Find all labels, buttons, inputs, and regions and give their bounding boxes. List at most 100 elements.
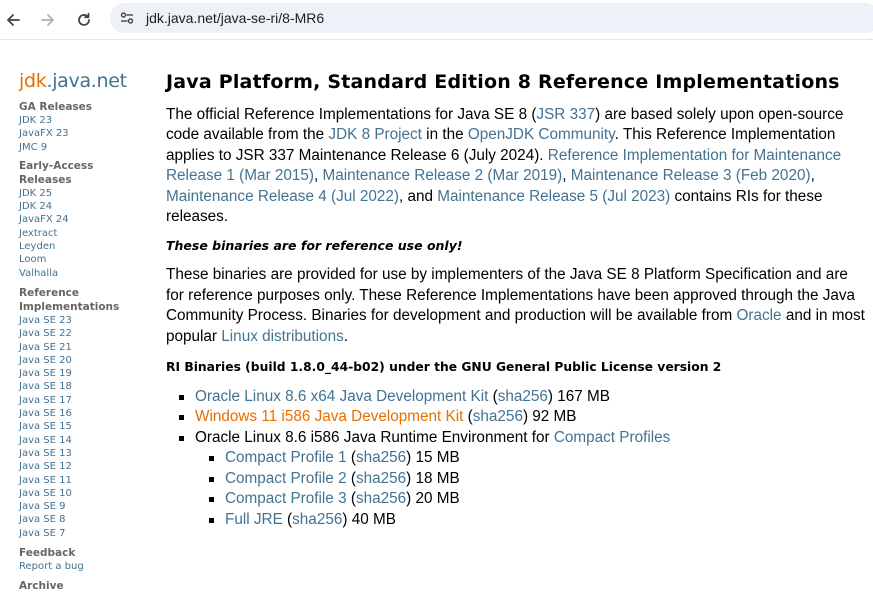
page-title: Java Platform, Standard Edition 8 Refere… [166, 71, 840, 93]
oracle-link[interactable]: Oracle [737, 307, 782, 324]
reload-button[interactable] [71, 7, 97, 33]
sidebar-link[interactable]: JDK 23 [19, 114, 149, 127]
sidebar-link[interactable]: Java SE 7 [19, 527, 149, 540]
download-item: Windows 11 i586 Java Development Kit (sh… [166, 407, 866, 427]
profile-item: Compact Profile 3 (sha256) 20 MB [195, 489, 866, 509]
sidebar-group: Reference Implementations Java SE 23 Java … [19, 286, 149, 540]
intro-text: in the [421, 126, 468, 144]
sidebar-link[interactable]: Java SE 21 [19, 341, 149, 354]
file-size: ) 20 MB [406, 490, 460, 508]
sidebar-link[interactable]: JDK 24 [19, 200, 149, 213]
paren-text: ( [463, 408, 473, 426]
download-list: Oracle Linux 8.6 x64 Java Development Ki… [166, 387, 866, 530]
paren-text: ( [346, 469, 356, 487]
sidebar-link[interactable]: Java SE 8 [19, 513, 149, 526]
profile-item: Compact Profile 2 (sha256) 18 MB [195, 469, 866, 489]
browser-toolbar: jdk.java.net/java-se-ri/8-MR6 [0, 0, 873, 40]
sidebar-link[interactable]: Leyden [19, 240, 149, 253]
back-button[interactable] [0, 7, 26, 33]
sidebar-link[interactable]: Loom [19, 253, 149, 266]
ri-binaries-heading: RI Binaries (build 1.8.0_44-b02) under t… [166, 360, 722, 375]
sidebar-link[interactable]: Java SE 9 [19, 500, 149, 513]
sidebar-heading: Reference Implementations [19, 286, 120, 313]
sidebar-link[interactable]: JavaFX 23 [19, 127, 149, 140]
download-item: Oracle Linux 8.6 x64 Java Development Ki… [166, 387, 866, 407]
jdk8-project-link[interactable]: JDK 8 Project [328, 126, 422, 143]
intro-text: , [562, 167, 571, 185]
mr2-link[interactable]: Maintenance Release 2 (Mar 2019) [322, 167, 562, 184]
file-size: ) 15 MB [406, 449, 460, 467]
profile-item: Full JRE (sha256) 40 MB [195, 510, 866, 530]
sidebar-link[interactable]: Java SE 19 [19, 367, 149, 380]
full-jre-link[interactable]: Full JRE [225, 511, 283, 528]
sidebar-heading[interactable]: Archive [19, 579, 149, 593]
mr4-link[interactable]: Maintenance Release 4 (Jul 2022) [166, 188, 399, 205]
sidebar-link[interactable]: Jextract [19, 227, 149, 240]
linux-x64-jdk-link[interactable]: Oracle Linux 8.6 x64 Java Development Ki… [195, 388, 488, 405]
intro-text: The official Reference Implementations f… [166, 106, 537, 123]
runtime-text: Oracle Linux 8.6 i586 Java Runtime Envir… [195, 428, 554, 446]
mr5-link[interactable]: Maintenance Release 5 (Jul 2023) [437, 188, 670, 205]
openjdk-community-link[interactable]: OpenJDK Community [468, 126, 615, 143]
file-size: ) 40 MB [342, 510, 396, 528]
site-info-icon[interactable] [119, 10, 135, 26]
sidebar-nav: GA Releases JDK 23 JavaFX 23 JMC 9 Early-Acc… [19, 100, 149, 593]
intro-paragraph: The official Reference Implementations f… [166, 105, 866, 227]
sidebar-link[interactable]: Java SE 14 [19, 434, 149, 447]
url-text[interactable]: jdk.java.net/java-se-ri/8-MR6 [146, 10, 324, 26]
profile-item: Compact Profile 1 (sha256) 15 MB [195, 448, 866, 468]
logo-jdk: jdk [19, 70, 47, 92]
compact-profile-2-link[interactable]: Compact Profile 2 [225, 470, 347, 487]
sidebar-link[interactable]: JDK 25 [19, 187, 149, 200]
sidebar-link[interactable]: JMC 9 [19, 141, 149, 154]
sha256-link[interactable]: sha256 [292, 511, 342, 528]
back-arrow-icon [7, 14, 20, 26]
address-bar[interactable]: jdk.java.net/java-se-ri/8-MR6 [110, 3, 873, 33]
paren-text: ( [346, 449, 356, 467]
sidebar-link[interactable]: Java SE 17 [19, 394, 149, 407]
forward-arrow-icon [41, 14, 54, 26]
sidebar-link[interactable]: Java SE 13 [19, 447, 149, 460]
sidebar-link[interactable]: Java SE 11 [19, 474, 149, 487]
sha256-link[interactable]: sha256 [473, 408, 523, 425]
usage-paragraph: These binaries are provided for use by i… [166, 265, 866, 347]
sidebar-group: Feedback Report a bug [19, 546, 149, 573]
file-size: ) 92 MB [522, 408, 577, 426]
sha256-link[interactable]: sha256 [356, 490, 406, 507]
paren-text: ( [346, 490, 356, 508]
sidebar-heading[interactable]: Feedback [19, 546, 149, 560]
sidebar-link[interactable]: Java SE 16 [19, 407, 149, 420]
sidebar-link[interactable]: Java SE 12 [19, 460, 149, 473]
windows-i586-jdk-link[interactable]: Windows 11 i586 Java Development Kit [195, 408, 463, 425]
reference-warning: These binaries are for reference use onl… [166, 238, 463, 254]
sidebar-heading: GA Releases [19, 101, 93, 113]
sidebar-link[interactable]: Java SE 22 [19, 327, 149, 340]
sha256-link[interactable]: sha256 [498, 388, 548, 405]
sidebar-group: Early-Access Releases JDK 25 JDK 24 JavaFX … [19, 159, 149, 280]
main-content: Java Platform, Standard Edition 8 Refere… [166, 70, 866, 530]
intro-text: , and [399, 187, 438, 205]
site-logo[interactable]: jdk.java.net [19, 70, 149, 100]
compact-profile-1-link[interactable]: Compact Profile 1 [225, 449, 347, 466]
sidebar-link[interactable]: Java SE 18 [19, 380, 149, 393]
sidebar-group: GA Releases JDK 23 JavaFX 23 JMC 9 [19, 100, 149, 154]
sidebar-link[interactable]: Java SE 23 [19, 314, 149, 327]
sidebar-link[interactable]: Valhalla [19, 267, 149, 280]
sidebar-link[interactable]: Java SE 15 [19, 420, 149, 433]
sidebar: jdk.java.net GA Releases JDK 23 JavaFX 23 J… [19, 70, 149, 593]
sha256-link[interactable]: sha256 [356, 449, 406, 466]
profile-list: Compact Profile 1 (sha256) 15 MB Compact… [195, 448, 866, 530]
sidebar-link[interactable]: JavaFX 24 [19, 213, 149, 226]
forward-button[interactable] [35, 7, 61, 33]
sha256-link[interactable]: sha256 [356, 470, 406, 487]
sidebar-group: Archive [19, 579, 149, 593]
intro-text: , [810, 167, 815, 185]
compact-profiles-link[interactable]: Compact Profiles [554, 429, 670, 446]
sidebar-link[interactable]: Java SE 20 [19, 354, 149, 367]
sidebar-link[interactable]: Java SE 10 [19, 487, 149, 500]
linux-distributions-link[interactable]: Linux distributions [221, 328, 343, 345]
sidebar-link[interactable]: Report a bug [19, 560, 149, 573]
jsr-337-link[interactable]: JSR 337 [536, 106, 595, 123]
mr3-link[interactable]: Maintenance Release 3 (Feb 2020) [571, 167, 811, 184]
compact-profile-3-link[interactable]: Compact Profile 3 [225, 490, 347, 507]
